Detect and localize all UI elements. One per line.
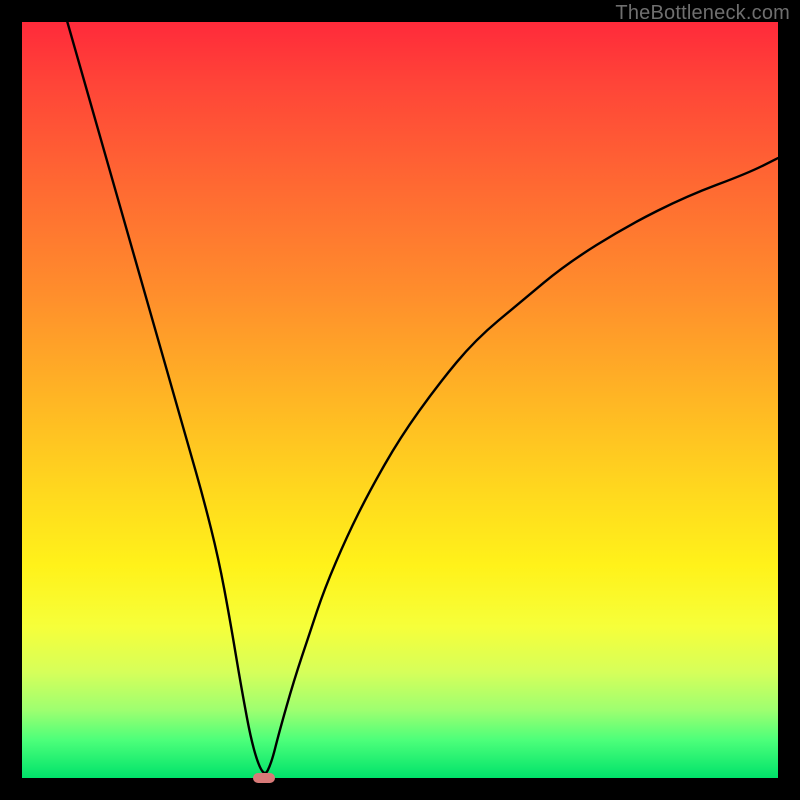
chart-frame: TheBottleneck.com bbox=[0, 0, 800, 800]
bottleneck-curve bbox=[22, 22, 778, 778]
plot-area bbox=[22, 22, 778, 778]
optimal-marker bbox=[253, 773, 275, 783]
watermark-text: TheBottleneck.com bbox=[615, 2, 790, 25]
